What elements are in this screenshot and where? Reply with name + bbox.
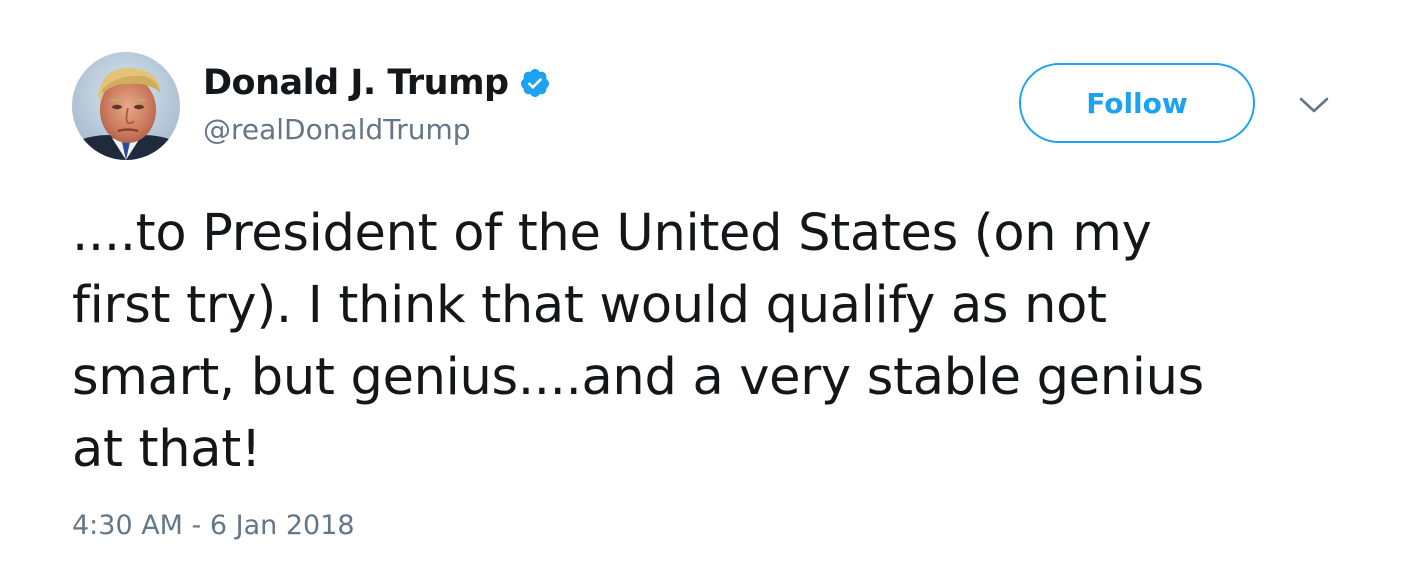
tweet-text-line: smart, but genius....and a very stable g… xyxy=(72,348,1204,407)
tweet-text: ....to President of the United States (o… xyxy=(72,198,1362,486)
profile-photo xyxy=(72,52,180,160)
tweet-timestamp[interactable]: 4:30 AM - 6 Jan 2018 xyxy=(72,510,355,541)
tweet-text-line: at that! xyxy=(72,420,262,479)
avatar[interactable] xyxy=(72,52,180,160)
chevron-down-icon[interactable] xyxy=(1298,95,1330,115)
verified-badge-icon xyxy=(519,67,551,99)
follow-button[interactable]: Follow xyxy=(1019,63,1255,143)
author-handle[interactable]: @realDonaldTrump xyxy=(203,113,471,146)
tweet-text-line: first try). I think that would qualify a… xyxy=(72,276,1107,335)
tweet-card: Donald J. Trump @realDonaldTrump Follow … xyxy=(0,0,1406,566)
tweet-text-line: ....to President of the United States (o… xyxy=(72,204,1152,263)
author-display-name[interactable]: Donald J. Trump xyxy=(203,63,509,103)
author-name-row: Donald J. Trump xyxy=(203,58,551,108)
follow-button-label: Follow xyxy=(1086,86,1188,120)
